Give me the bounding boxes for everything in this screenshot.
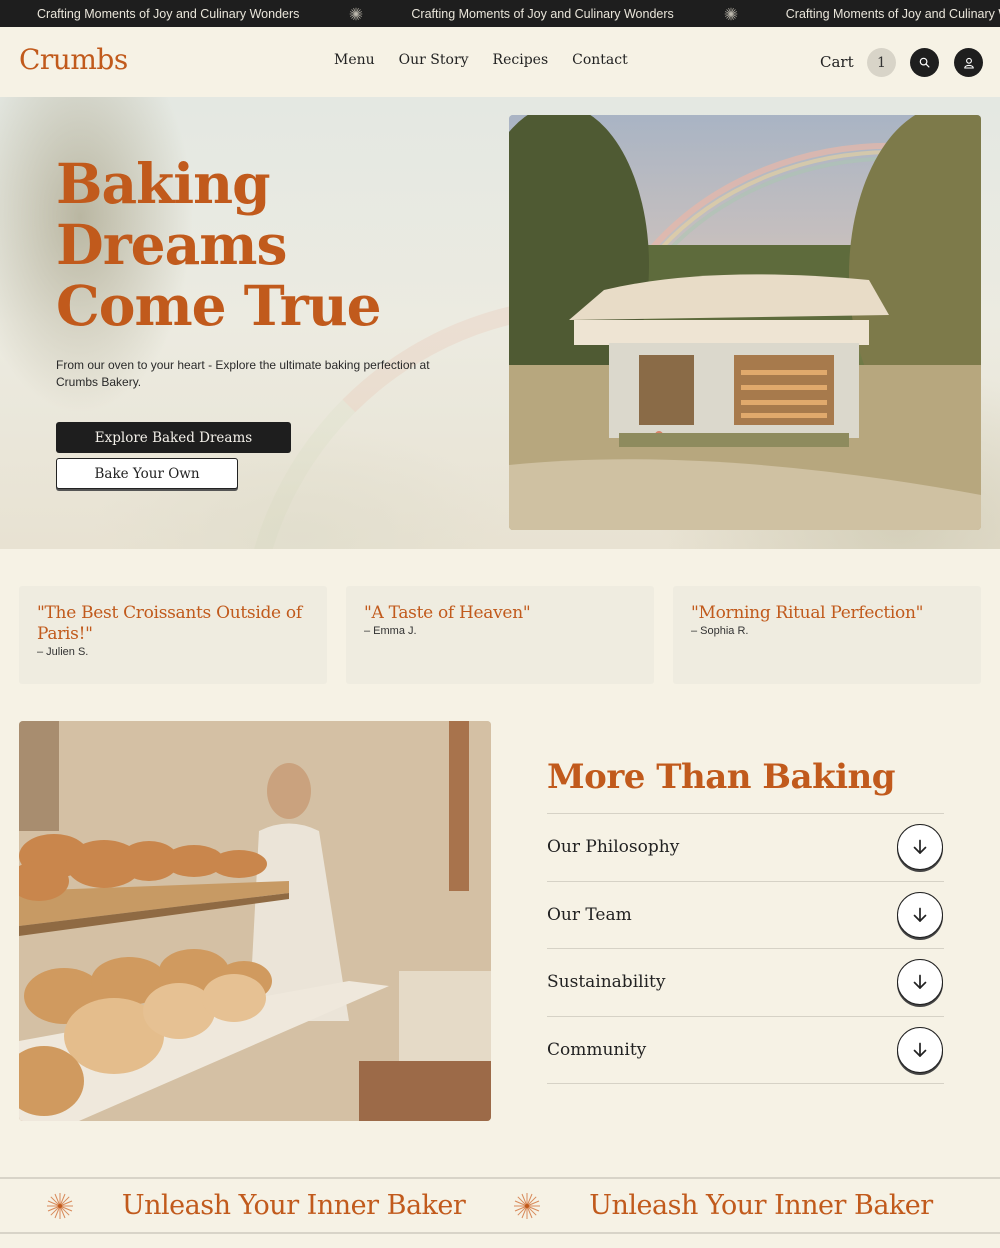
- arrow-down-icon: [913, 974, 927, 990]
- hero-bakery-image: [509, 115, 981, 530]
- bottom-marquee: er Unleash Your Inner Baker Unleash Your…: [0, 1177, 1000, 1234]
- user-icon: [963, 57, 974, 69]
- about-accordion: Our Philosophy Our Team Sustainability C…: [547, 813, 944, 1084]
- sunburst-icon: [724, 7, 738, 20]
- arrow-down-icon: [913, 1042, 927, 1057]
- accordion-label: Our Philosophy: [547, 837, 680, 858]
- testimonial-author: – Emma J.: [364, 625, 417, 637]
- site-header: Crumbs Menu Our Story Recipes Contact Ca…: [0, 27, 1000, 97]
- main-nav: Menu Our Story Recipes Contact: [334, 52, 628, 68]
- hero-section: Baking Dreams Come True From our oven to…: [0, 97, 1000, 549]
- testimonial-quote: "A Taste of Heaven": [364, 603, 531, 623]
- sunburst-icon: [514, 1192, 541, 1219]
- search-button[interactable]: [910, 48, 939, 77]
- testimonial-author: – Julien S.: [37, 646, 89, 658]
- logo[interactable]: Crumbs: [19, 43, 128, 76]
- cart-count-badge[interactable]: 1: [867, 48, 896, 77]
- testimonial-quote: "The Best Croissants Outside of Paris!": [37, 603, 302, 644]
- accordion-toggle-button[interactable]: [897, 959, 943, 1006]
- accordion-item-community[interactable]: Community: [547, 1017, 944, 1084]
- testimonial-card: "The Best Croissants Outside of Paris!" …: [19, 586, 327, 684]
- announcement-text: Crafting Moments of Joy and Culinary Won…: [37, 6, 300, 21]
- hero-title: Baking Dreams Come True: [56, 151, 382, 338]
- testimonial-author: – Sophia R.: [691, 625, 749, 637]
- sunburst-icon: [350, 7, 363, 20]
- marquee-text: Unleash Your Inner Baker: [121, 1190, 466, 1221]
- nav-our-story[interactable]: Our Story: [399, 52, 469, 68]
- accordion-label: Community: [547, 1039, 647, 1060]
- accordion-item-sustainability[interactable]: Sustainability: [547, 949, 944, 1017]
- accordion-label: Sustainability: [547, 972, 666, 993]
- nav-menu[interactable]: Menu: [334, 52, 375, 68]
- bakery-illustration: [509, 115, 981, 530]
- account-button[interactable]: [954, 48, 983, 77]
- accordion-item-our-philosophy[interactable]: Our Philosophy: [547, 814, 944, 882]
- announcement-text: Crafting Moments of Joy and Culinary Won…: [785, 6, 1000, 21]
- testimonial-card: "A Taste of Heaven" – Emma J.: [346, 586, 654, 684]
- hero-title-line: Baking: [56, 151, 271, 216]
- hero-subtitle: From our oven to your heart - Explore th…: [56, 358, 430, 389]
- explore-baked-dreams-button[interactable]: Explore Baked Dreams: [56, 422, 291, 453]
- cart-link[interactable]: Cart: [820, 53, 854, 71]
- announcement-track: Crafting Moments of Joy and Culinary Won…: [37, 0, 1000, 27]
- testimonial-card: "Morning Ritual Perfection" – Sophia R.: [673, 586, 981, 684]
- sunburst-icon: [46, 1192, 73, 1219]
- hero-title-line: Come True: [56, 273, 382, 338]
- about-title: More Than Baking: [547, 757, 896, 797]
- bakery-interior-image: [19, 721, 491, 1121]
- arrow-down-icon: [913, 839, 927, 855]
- accordion-toggle-button[interactable]: [897, 891, 943, 938]
- accordion-item-our-team[interactable]: Our Team: [547, 882, 944, 949]
- accordion-toggle-button[interactable]: [897, 1026, 943, 1073]
- testimonial-quote: "Morning Ritual Perfection": [691, 603, 924, 623]
- announcement-bar: Crafting Moments of Joy and Culinary Won…: [0, 0, 1000, 27]
- marquee-text: Unleash Your Inner Baker: [589, 1190, 933, 1221]
- search-icon: [919, 57, 930, 68]
- hero-title-line: Dreams: [56, 212, 287, 277]
- bakery-interior-illustration: [19, 721, 491, 1121]
- announcement-text: Crafting Moments of Joy and Culinary Won…: [411, 6, 674, 21]
- accordion-label: Our Team: [547, 904, 632, 925]
- arrow-down-icon: [913, 907, 927, 922]
- nav-recipes[interactable]: Recipes: [493, 52, 549, 68]
- accordion-toggle-button[interactable]: [897, 824, 943, 871]
- marquee-track: er Unleash Your Inner Baker Unleash Your…: [0, 1179, 933, 1232]
- bake-your-own-button[interactable]: Bake Your Own: [56, 458, 238, 489]
- nav-contact[interactable]: Contact: [572, 52, 628, 68]
